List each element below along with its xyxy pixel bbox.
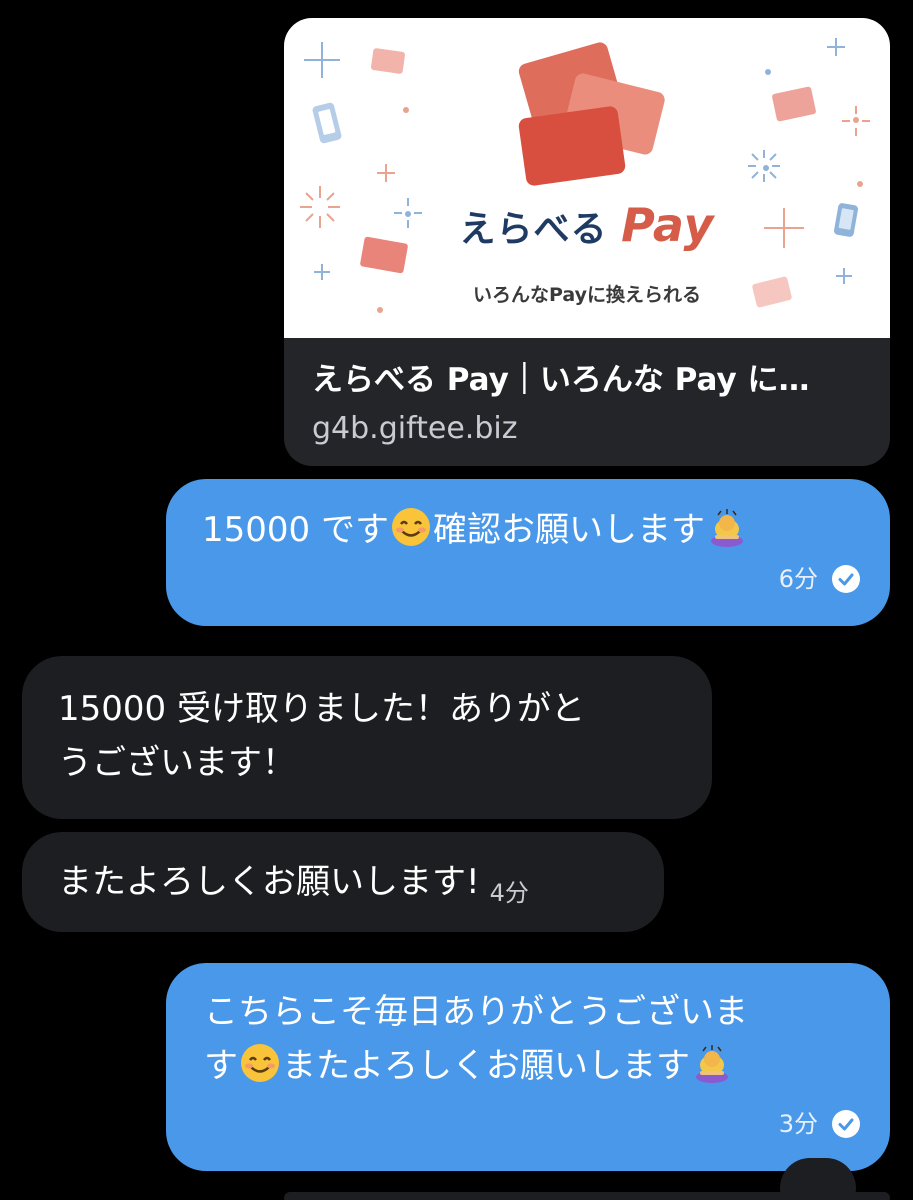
brand-wordmark: えらべる Pay xyxy=(284,198,890,252)
read-check-icon xyxy=(832,565,860,593)
brand-tagline: いろんなPayに換えられる xyxy=(472,284,702,306)
message-time: 6分 xyxy=(778,565,818,593)
next-message-edge xyxy=(284,1192,890,1200)
link-domain[interactable]: g4b.giftee.biz xyxy=(312,406,872,452)
message-text: またよろしくお願いします! 4分 xyxy=(58,855,640,920)
link-title[interactable]: えらべる Pay｜いろんな Pay に… xyxy=(312,356,872,404)
bowing-woman-emoji xyxy=(710,509,743,547)
message-meta: 6分 xyxy=(779,552,860,606)
link-preview-card[interactable]: えらべる Pay いろんなPayに換えられる えらべる Pay｜いろんな Pay… xyxy=(284,18,890,466)
message-time: 3分 xyxy=(778,1110,818,1138)
smiling-face-emoji xyxy=(391,508,430,546)
message-meta: 3分 xyxy=(779,1097,860,1151)
message-bubble-outgoing[interactable]: 15000 です 確認お願いします 6分 xyxy=(166,479,890,626)
message-text: こちらこそ毎日ありがとうございますまたよろしくお願いします xyxy=(204,992,748,1086)
message-text: 15000 です 確認お願いします xyxy=(202,503,860,557)
read-check-icon xyxy=(832,1110,860,1138)
brand-pay: Pay xyxy=(621,198,715,252)
preview-image: えらべる Pay いろんなPayに換えられる xyxy=(284,18,890,338)
message-bubble-incoming[interactable]: またよろしくお願いします! 4分 xyxy=(22,832,664,932)
message-bubble-outgoing[interactable]: こちらこそ毎日ありがとうございますまたよろしくお願いします 3分 xyxy=(166,963,890,1171)
chat-thread: えらべる Pay いろんなPayに換えられる えらべる Pay｜いろんな Pay… xyxy=(0,0,913,1200)
message-time: 4分 xyxy=(489,879,529,907)
bowing-woman-emoji xyxy=(696,1045,728,1083)
link-preview-meta: えらべる Pay｜いろんな Pay に… g4b.giftee.biz xyxy=(312,356,872,452)
message-bubble-incoming[interactable]: 15000 受け取りました！ありがと うございます！ xyxy=(22,656,712,819)
smiling-face-emoji xyxy=(241,1044,279,1082)
brand-name: えらべる xyxy=(459,209,608,250)
message-text: 15000 受け取りました！ありがと うございます！ xyxy=(58,689,585,783)
